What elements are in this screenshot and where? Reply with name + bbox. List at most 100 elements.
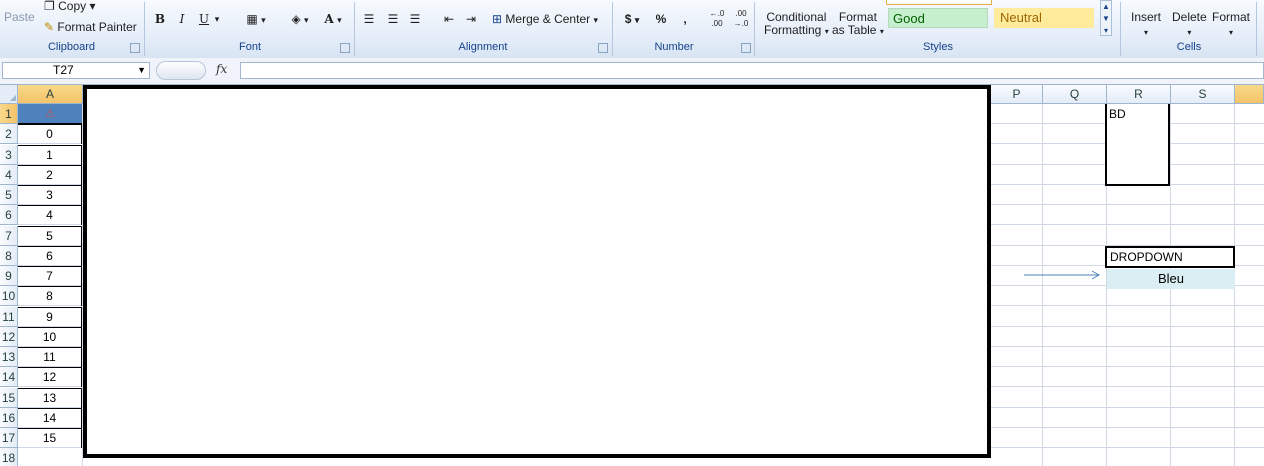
name-box-dropdown-icon[interactable]: ▼ bbox=[137, 63, 146, 78]
style-swatch-partial bbox=[886, 0, 992, 5]
corner-triangle-icon: ◢ bbox=[9, 93, 16, 102]
borders-button[interactable]: ▦ ▾ bbox=[242, 9, 270, 29]
column-header-T[interactable] bbox=[1235, 85, 1264, 104]
cell-A13[interactable]: 11 bbox=[18, 347, 82, 367]
select-all-corner[interactable]: ◢ bbox=[0, 85, 18, 104]
copy-label: Copy bbox=[58, 0, 87, 13]
row-header-10[interactable]: 10 bbox=[0, 286, 18, 306]
row-header-8[interactable]: 8 bbox=[0, 246, 18, 266]
row-header-18[interactable]: 18 bbox=[0, 448, 18, 466]
insert-function-icon[interactable]: fx bbox=[216, 62, 227, 76]
cell-A8[interactable]: 6 bbox=[18, 246, 82, 266]
row-header-2[interactable]: 2 bbox=[0, 124, 18, 144]
cell-A1[interactable]: ⚠ bbox=[18, 104, 82, 124]
row-header-17[interactable]: 17 bbox=[0, 428, 18, 448]
row-header-7[interactable]: 7 bbox=[0, 226, 18, 246]
row-header-1[interactable]: 1 bbox=[0, 104, 18, 124]
warning-triangle-icon: ⚠ bbox=[45, 108, 55, 120]
ribbon: Paste ❐ Copy ▾ ✎ Format Painter Clipboar… bbox=[0, 0, 1264, 59]
row-header-13[interactable]: 13 bbox=[0, 347, 18, 367]
borders-icon: ▦ bbox=[246, 12, 258, 26]
merge-center-label: Merge & Center bbox=[505, 12, 591, 26]
brush-icon: ✎ bbox=[44, 20, 55, 34]
underline-dropdown-icon[interactable]: ▾ bbox=[212, 9, 222, 29]
align-center-icon[interactable]: ☰ bbox=[384, 9, 402, 29]
clipboard-group-label: Clipboard bbox=[47, 41, 96, 53]
conditional-formatting-label-2: Formatting bbox=[764, 23, 822, 37]
column-header-S[interactable]: S bbox=[1171, 85, 1235, 104]
increase-indent-icon[interactable]: ⇥ bbox=[462, 9, 480, 29]
increase-decimal-button[interactable]: ←.0 .00 bbox=[706, 9, 728, 29]
paste-button[interactable]: Paste bbox=[4, 10, 35, 24]
cell-A6[interactable]: 4 bbox=[18, 205, 82, 225]
conditional-formatting-button[interactable]: Conditional Formatting ▾ bbox=[764, 11, 829, 38]
styles-group-label: Styles bbox=[923, 41, 953, 53]
worksheet-grid[interactable]: ◢ A P Q R S 1 ⚠ 2 0 3 1 4 2 5 3 6 4 7 5 8 6 9 7 10 8 11 9 12 10… bbox=[0, 85, 1264, 466]
comma-button[interactable]: , bbox=[676, 9, 694, 29]
underline-button[interactable]: U bbox=[196, 9, 212, 29]
font-color-button[interactable]: A ▾ bbox=[318, 9, 348, 29]
delete-button[interactable]: Delete ▾ bbox=[1172, 10, 1207, 40]
cell-A12[interactable]: 10 bbox=[18, 327, 82, 347]
style-good[interactable]: Good bbox=[888, 8, 988, 28]
row-header-4[interactable]: 4 bbox=[0, 165, 18, 185]
cell-A11[interactable]: 9 bbox=[18, 307, 82, 327]
cell-A15[interactable]: 13 bbox=[18, 388, 82, 408]
cell-A10[interactable]: 8 bbox=[18, 286, 82, 306]
format-button[interactable]: Format ▾ bbox=[1212, 10, 1250, 40]
style-neutral[interactable]: Neutral bbox=[994, 8, 1094, 28]
cell-A7[interactable]: 5 bbox=[18, 226, 82, 246]
styles-scroll-icon[interactable]: ▲ ▼ ▾ bbox=[1100, 0, 1112, 36]
row-header-6[interactable]: 6 bbox=[0, 205, 18, 225]
decrease-indent-icon[interactable]: ⇤ bbox=[440, 9, 458, 29]
column-header-P[interactable]: P bbox=[991, 85, 1043, 104]
cell-A17[interactable]: 15 bbox=[18, 428, 82, 448]
cell-R8-dropdown-label[interactable]: DROPDOWN bbox=[1105, 246, 1235, 268]
cell-R1[interactable]: BD bbox=[1109, 107, 1126, 121]
row-header-16[interactable]: 16 bbox=[0, 408, 18, 428]
group-separator bbox=[1256, 2, 1257, 56]
row-header-12[interactable]: 12 bbox=[0, 327, 18, 347]
alignment-launcher-icon[interactable] bbox=[598, 43, 608, 53]
row-header-11[interactable]: 11 bbox=[0, 307, 18, 327]
copy-button[interactable]: ❐ Copy ▾ bbox=[44, 0, 95, 13]
arrow-shape[interactable] bbox=[1020, 269, 1104, 281]
format-painter-button[interactable]: ✎ Format Painter bbox=[44, 20, 137, 34]
cells-group-label: Cells bbox=[1176, 41, 1202, 53]
cell-A14[interactable]: 12 bbox=[18, 367, 82, 387]
fill-bucket-icon: ◈ bbox=[291, 12, 301, 26]
insert-button[interactable]: Insert ▾ bbox=[1131, 10, 1161, 40]
row-header-14[interactable]: 14 bbox=[0, 367, 18, 387]
fill-color-button[interactable]: ◈ ▾ bbox=[286, 9, 314, 29]
cell-A4[interactable]: 2 bbox=[18, 165, 82, 185]
align-left-icon[interactable]: ☰ bbox=[360, 9, 378, 29]
number-launcher-icon[interactable] bbox=[741, 43, 751, 53]
name-box[interactable]: T27 ▼ bbox=[2, 62, 150, 79]
drawn-rectangle-overlay[interactable] bbox=[83, 85, 991, 458]
merge-center-button[interactable]: ⊞ Merge & Center ▾ bbox=[492, 9, 606, 29]
row-header-15[interactable]: 15 bbox=[0, 388, 18, 408]
row-header-3[interactable]: 3 bbox=[0, 145, 18, 165]
bold-button[interactable]: B bbox=[152, 9, 168, 29]
cell-A3[interactable]: 1 bbox=[18, 145, 82, 165]
font-launcher-icon[interactable] bbox=[340, 43, 350, 53]
currency-button[interactable]: $ ▾ bbox=[620, 9, 644, 29]
row-header-5[interactable]: 5 bbox=[0, 185, 18, 205]
percent-button[interactable]: % bbox=[652, 9, 670, 29]
cell-R9-dropdown-value[interactable]: Bleu bbox=[1107, 269, 1235, 289]
formula-bar-splitter[interactable] bbox=[156, 61, 206, 80]
column-header-R[interactable]: R bbox=[1107, 85, 1171, 104]
clipboard-launcher-icon[interactable] bbox=[130, 43, 140, 53]
formula-input[interactable] bbox=[240, 62, 1264, 79]
row-header-9[interactable]: 9 bbox=[0, 266, 18, 286]
cell-A9[interactable]: 7 bbox=[18, 266, 82, 286]
align-right-icon[interactable]: ☰ bbox=[406, 9, 424, 29]
column-header-A[interactable]: A bbox=[18, 85, 83, 104]
cell-A5[interactable]: 3 bbox=[18, 185, 82, 205]
column-header-Q[interactable]: Q bbox=[1043, 85, 1107, 104]
decrease-decimal-button[interactable]: .00 →.0 bbox=[730, 9, 752, 29]
cell-A16[interactable]: 14 bbox=[18, 408, 82, 428]
format-as-table-button[interactable]: Format as Table ▾ bbox=[832, 11, 884, 38]
cell-A2[interactable]: 0 bbox=[18, 124, 82, 144]
italic-button[interactable]: I bbox=[174, 9, 190, 29]
